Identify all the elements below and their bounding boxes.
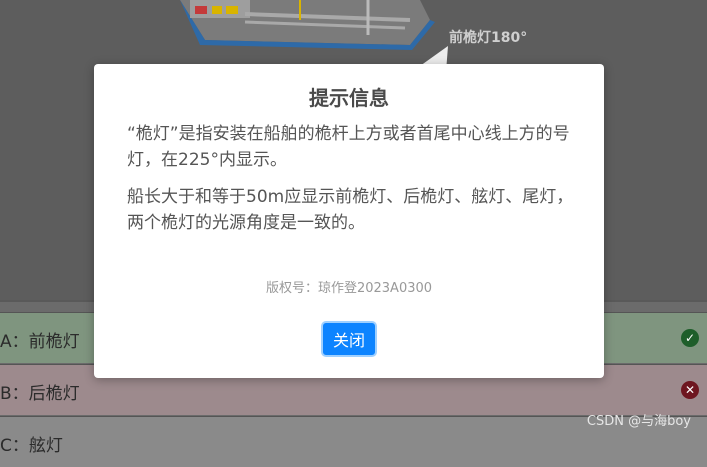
check-circle-icon: ✓ [681,329,699,347]
dialog-title: 提示信息 [309,86,389,110]
watermark-text: CSDN @与海boy [586,414,691,429]
option-b-label: B：后桅灯 [0,384,80,404]
dialog-paragraph-1: “桅灯”是指安装在船舶的桅杆上方或者首尾中心线上方的号灯，在225°内显示。 [127,124,570,170]
mast-light-label: 前桅灯180° [449,30,528,46]
copyright-text: 版权号：琼作登2023A0300 [265,281,433,296]
option-a-label: A：前桅灯 [0,332,80,352]
close-button[interactable]: 关闭 [321,321,377,357]
ship-illustration [180,0,435,50]
info-dialog: 提示信息 “桅灯”是指安装在船舶的桅杆上方或者首尾中心线上方的号灯，在225°内… [94,64,604,378]
option-c-label: C：舷灯 [0,436,63,456]
dialog-paragraph-2: 船长大于和等于50m应显示前桅灯、后桅灯、舷灯、尾灯，两个桅灯的光源角度是一致的… [127,187,574,233]
x-circle-icon: ✕ [681,381,699,399]
